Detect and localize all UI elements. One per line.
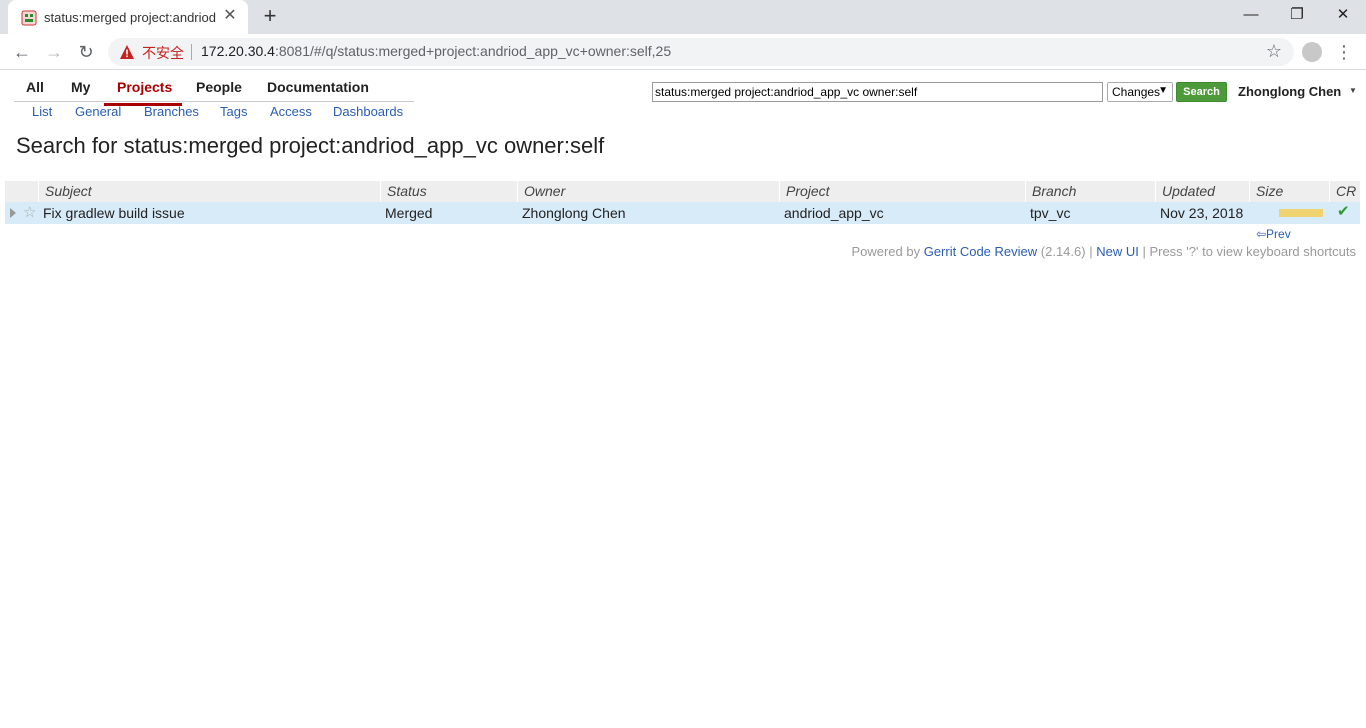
omnibox-divider: [191, 44, 192, 60]
cell-owner[interactable]: Zhonglong Chen: [516, 202, 626, 224]
restore-icon[interactable]: ❐: [1282, 4, 1312, 26]
menu-all[interactable]: All: [26, 79, 44, 95]
user-menu-arrow-icon[interactable]: ▼: [1349, 86, 1357, 95]
page-footer: Powered by Gerrit Code Review (2.14.6) |…: [851, 244, 1356, 259]
menu-people[interactable]: People: [196, 79, 242, 95]
table-row[interactable]: ☆ Fix gradlew build issue Merged Zhonglo…: [5, 202, 1360, 224]
cell-status: Merged: [385, 205, 433, 221]
header-owner: Owner: [517, 181, 779, 202]
footer-powered-by: Powered by: [851, 244, 921, 259]
header-branch: Branch: [1025, 181, 1155, 202]
gerrit-link[interactable]: Gerrit Code Review: [924, 244, 1037, 259]
bookmark-star-icon[interactable]: ☆: [1266, 41, 1282, 62]
browser-tabstrip: status:merged project:andriod ✕ + — ❐ ✕: [0, 0, 1366, 34]
forward-icon[interactable]: →: [42, 40, 66, 64]
warning-icon: [120, 45, 134, 59]
minimize-icon[interactable]: —: [1236, 4, 1266, 26]
header-cr: CR: [1329, 181, 1360, 202]
cell-project[interactable]: andriod_app_vc: [778, 202, 884, 224]
window-close-icon[interactable]: ✕: [1328, 4, 1358, 26]
url-text[interactable]: 172.20.30.4:8081/#/q/status:merged+proje…: [201, 43, 671, 59]
gerrit-page: All My Projects People Documentation Lis…: [0, 71, 1366, 728]
search-type-value: Changes: [1112, 85, 1161, 99]
submenu-general[interactable]: General: [75, 104, 121, 119]
close-tab-icon[interactable]: ✕: [222, 7, 238, 25]
submenu-dashboards[interactable]: Dashboards: [333, 104, 403, 119]
code-review-check-icon: ✔: [1337, 203, 1350, 220]
search-type-select[interactable]: Changes ▼: [1107, 82, 1173, 102]
header-status: Status: [380, 181, 517, 202]
submenu-tags[interactable]: Tags: [220, 104, 247, 119]
page-title: Search for status:merged project:andriod…: [16, 133, 605, 158]
address-bar[interactable]: 不安全 172.20.30.4:8081/#/q/status:merged+p…: [108, 38, 1294, 66]
gerrit-favicon-icon: [21, 10, 37, 26]
reload-icon[interactable]: ↻: [74, 40, 98, 64]
new-tab-icon[interactable]: +: [258, 5, 282, 29]
url-path: :8081/#/q/status:merged+project:andriod_…: [274, 43, 672, 59]
cell-updated: Nov 23, 2018: [1160, 205, 1244, 221]
menu-projects[interactable]: Projects: [117, 79, 172, 95]
footer-shortcuts: | Press '?' to view keyboard shortcuts: [1142, 244, 1356, 259]
browser-tab[interactable]: status:merged project:andriod ✕: [8, 0, 248, 34]
menu-my[interactable]: My: [71, 79, 90, 95]
search-button[interactable]: Search: [1176, 82, 1227, 102]
menu-documentation[interactable]: Documentation: [267, 79, 369, 95]
size-bar: [1279, 209, 1323, 217]
submenu-list[interactable]: List: [32, 104, 52, 119]
tab-title: status:merged project:andriod: [44, 10, 216, 25]
profile-avatar-icon[interactable]: [1302, 42, 1322, 62]
submenu-divider: [14, 101, 414, 102]
prev-page-link[interactable]: ⇦Prev: [1256, 227, 1291, 241]
submenu-access[interactable]: Access: [270, 104, 312, 119]
footer-version: (2.14.6) |: [1040, 244, 1093, 259]
cell-branch[interactable]: tpv_vc: [1024, 202, 1070, 224]
header-project: Project: [779, 181, 1025, 202]
header-size: Size: [1249, 181, 1329, 202]
dropdown-arrow-icon: ▼: [1158, 85, 1168, 96]
cell-subject[interactable]: Fix gradlew build issue: [37, 202, 185, 224]
header-updated: Updated: [1155, 181, 1249, 202]
insecure-label: 不安全: [142, 45, 184, 61]
new-ui-link[interactable]: New UI: [1096, 244, 1139, 259]
header-subject: Subject: [38, 181, 380, 202]
url-host: 172.20.30.4: [201, 43, 275, 59]
expand-arrow-icon[interactable]: [10, 208, 16, 218]
changes-table-header: Subject Status Owner Project Branch Upda…: [5, 181, 1360, 202]
submenu-branches[interactable]: Branches: [144, 104, 199, 119]
browser-toolbar: ← → ↻ 不安全 172.20.30.4:8081/#/q/status:me…: [0, 34, 1366, 70]
search-input[interactable]: [652, 82, 1103, 102]
star-icon[interactable]: ☆: [23, 203, 36, 221]
back-icon[interactable]: ←: [10, 40, 34, 64]
browser-menu-icon[interactable]: ⋮: [1334, 40, 1354, 64]
user-name[interactable]: Zhonglong Chen: [1238, 84, 1341, 99]
